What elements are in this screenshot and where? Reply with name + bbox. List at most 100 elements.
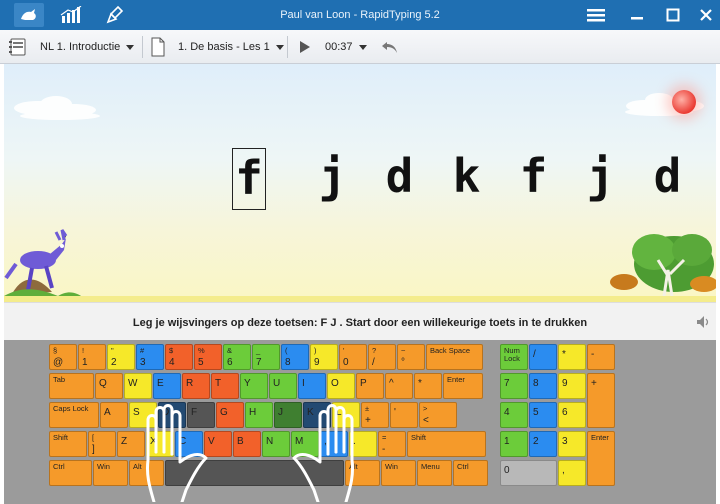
play-icon[interactable] <box>299 35 311 59</box>
key-main-label: 5 <box>198 357 204 368</box>
key: 9 <box>558 373 586 399</box>
key: G <box>216 402 244 428</box>
lesson-icon[interactable] <box>150 35 166 59</box>
home-icon[interactable] <box>14 3 44 27</box>
key: 4 <box>500 402 528 428</box>
key-main-label: 6 <box>562 407 568 418</box>
key: U <box>269 373 297 399</box>
key-main-label: I <box>302 378 305 389</box>
key: " 2 <box>107 344 135 370</box>
key: ~ ° <box>397 344 425 370</box>
key-main-label: * <box>418 378 422 389</box>
instruction-bar: Leg je wijsvingers op deze toetsen: F J … <box>4 302 716 340</box>
key-main-label: 2 <box>533 436 539 447</box>
key-main-label: 7 <box>256 357 262 368</box>
key: B <box>233 431 261 457</box>
key: S <box>129 402 157 428</box>
key-top-label: Ctrl <box>53 462 65 471</box>
key: Win <box>93 460 128 486</box>
key-main-label: 4 <box>504 407 510 418</box>
key-main-label: @ <box>53 357 64 368</box>
statistics-icon[interactable] <box>56 3 86 27</box>
key: O <box>327 373 355 399</box>
key: ! 1 <box>78 344 106 370</box>
key-main-label: R <box>186 378 194 389</box>
key-main-label: S <box>133 407 140 418</box>
key-main-label: P <box>360 378 367 389</box>
maximize-icon[interactable] <box>659 3 687 27</box>
key: A <box>100 402 128 428</box>
key <box>165 460 344 486</box>
key: T <box>211 373 239 399</box>
lesson-select[interactable]: 1. De basis - Les 1 <box>178 35 284 59</box>
key: 7 <box>500 373 528 399</box>
course-icon[interactable] <box>8 35 28 59</box>
key-main-label: 3 <box>562 436 568 447</box>
key: Back Space <box>426 344 483 370</box>
key-main-label: < <box>423 415 429 426</box>
key-top-label: Menu <box>421 462 440 471</box>
key-main-label: 8 <box>285 357 291 368</box>
key-top-label: § <box>53 346 58 355</box>
course-select[interactable]: NL 1. Introductie <box>40 35 135 59</box>
minimize-icon[interactable] <box>623 3 651 27</box>
key-top-label: Win <box>385 462 398 471</box>
chevron-down-icon <box>358 44 367 50</box>
time-select[interactable]: 00:37 <box>325 35 367 59</box>
close-icon[interactable] <box>692 3 720 27</box>
key: + <box>587 373 615 428</box>
speaker-icon[interactable] <box>696 315 710 334</box>
key: Shift <box>49 431 87 457</box>
instruction-text: Leg je wijsvingers op deze toetsen: F J … <box>132 317 588 329</box>
exercise-letter: k <box>452 149 481 203</box>
exercise-letter: f <box>519 149 548 203</box>
undo-icon[interactable] <box>381 35 399 59</box>
chevron-down-icon <box>275 44 284 50</box>
key: M <box>291 431 319 457</box>
keyboard: § @! 1 " 2 #3 $4% 5 & 6 _ 7(8) 9 ' 0? / ~ ° Back Space Tab Q… <box>4 340 716 504</box>
key-main-label: F <box>191 407 198 418</box>
kangaroo-mascot-icon <box>4 229 68 294</box>
lesson-select-label: 1. De basis - Les 1 <box>178 41 270 53</box>
key: . <box>349 431 377 457</box>
current-letter: f <box>232 148 266 210</box>
key: * <box>414 373 442 399</box>
key-main-label: + <box>365 415 371 426</box>
key: § @ <box>49 344 77 370</box>
key: V <box>204 431 232 457</box>
key: 3 <box>558 431 586 457</box>
key: 0 <box>500 460 557 486</box>
key: 1 <box>500 431 528 457</box>
key-main-label: E <box>157 378 164 389</box>
key: $4 <box>165 344 193 370</box>
key-main-label: N <box>266 436 274 447</box>
time-label: 00:37 <box>325 41 353 53</box>
key-main-label: W <box>128 378 138 389</box>
key: _ 7 <box>252 344 280 370</box>
clean-icon[interactable] <box>101 3 131 27</box>
key-top-label: Win <box>97 462 110 471</box>
key-main-label: - <box>382 444 386 455</box>
key: Enter <box>443 373 483 399</box>
course-select-label: NL 1. Introductie <box>40 41 121 53</box>
key-top-label: > <box>423 404 428 413</box>
key: D <box>158 402 186 428</box>
cloud-icon <box>14 96 100 120</box>
key-main-label: ^ <box>389 378 394 389</box>
key-top-label: $ <box>169 346 174 355</box>
key-main-label: 8 <box>533 378 539 389</box>
key: Alt <box>129 460 164 486</box>
menu-icon[interactable] <box>582 3 610 27</box>
key: 5 <box>529 402 557 428</box>
sun-icon <box>672 90 696 114</box>
key-main-label: ° <box>401 357 405 368</box>
key: R <box>182 373 210 399</box>
key: H <box>245 402 273 428</box>
key: Z <box>117 431 145 457</box>
exercise-scene: f j d k f j d <box>4 64 716 302</box>
key-top-label: = <box>382 433 387 442</box>
key: Caps Lock <box>49 402 99 428</box>
exercise-letter: j <box>586 149 615 203</box>
key-main-label: . <box>353 436 356 447</box>
key: ± + <box>361 402 389 428</box>
